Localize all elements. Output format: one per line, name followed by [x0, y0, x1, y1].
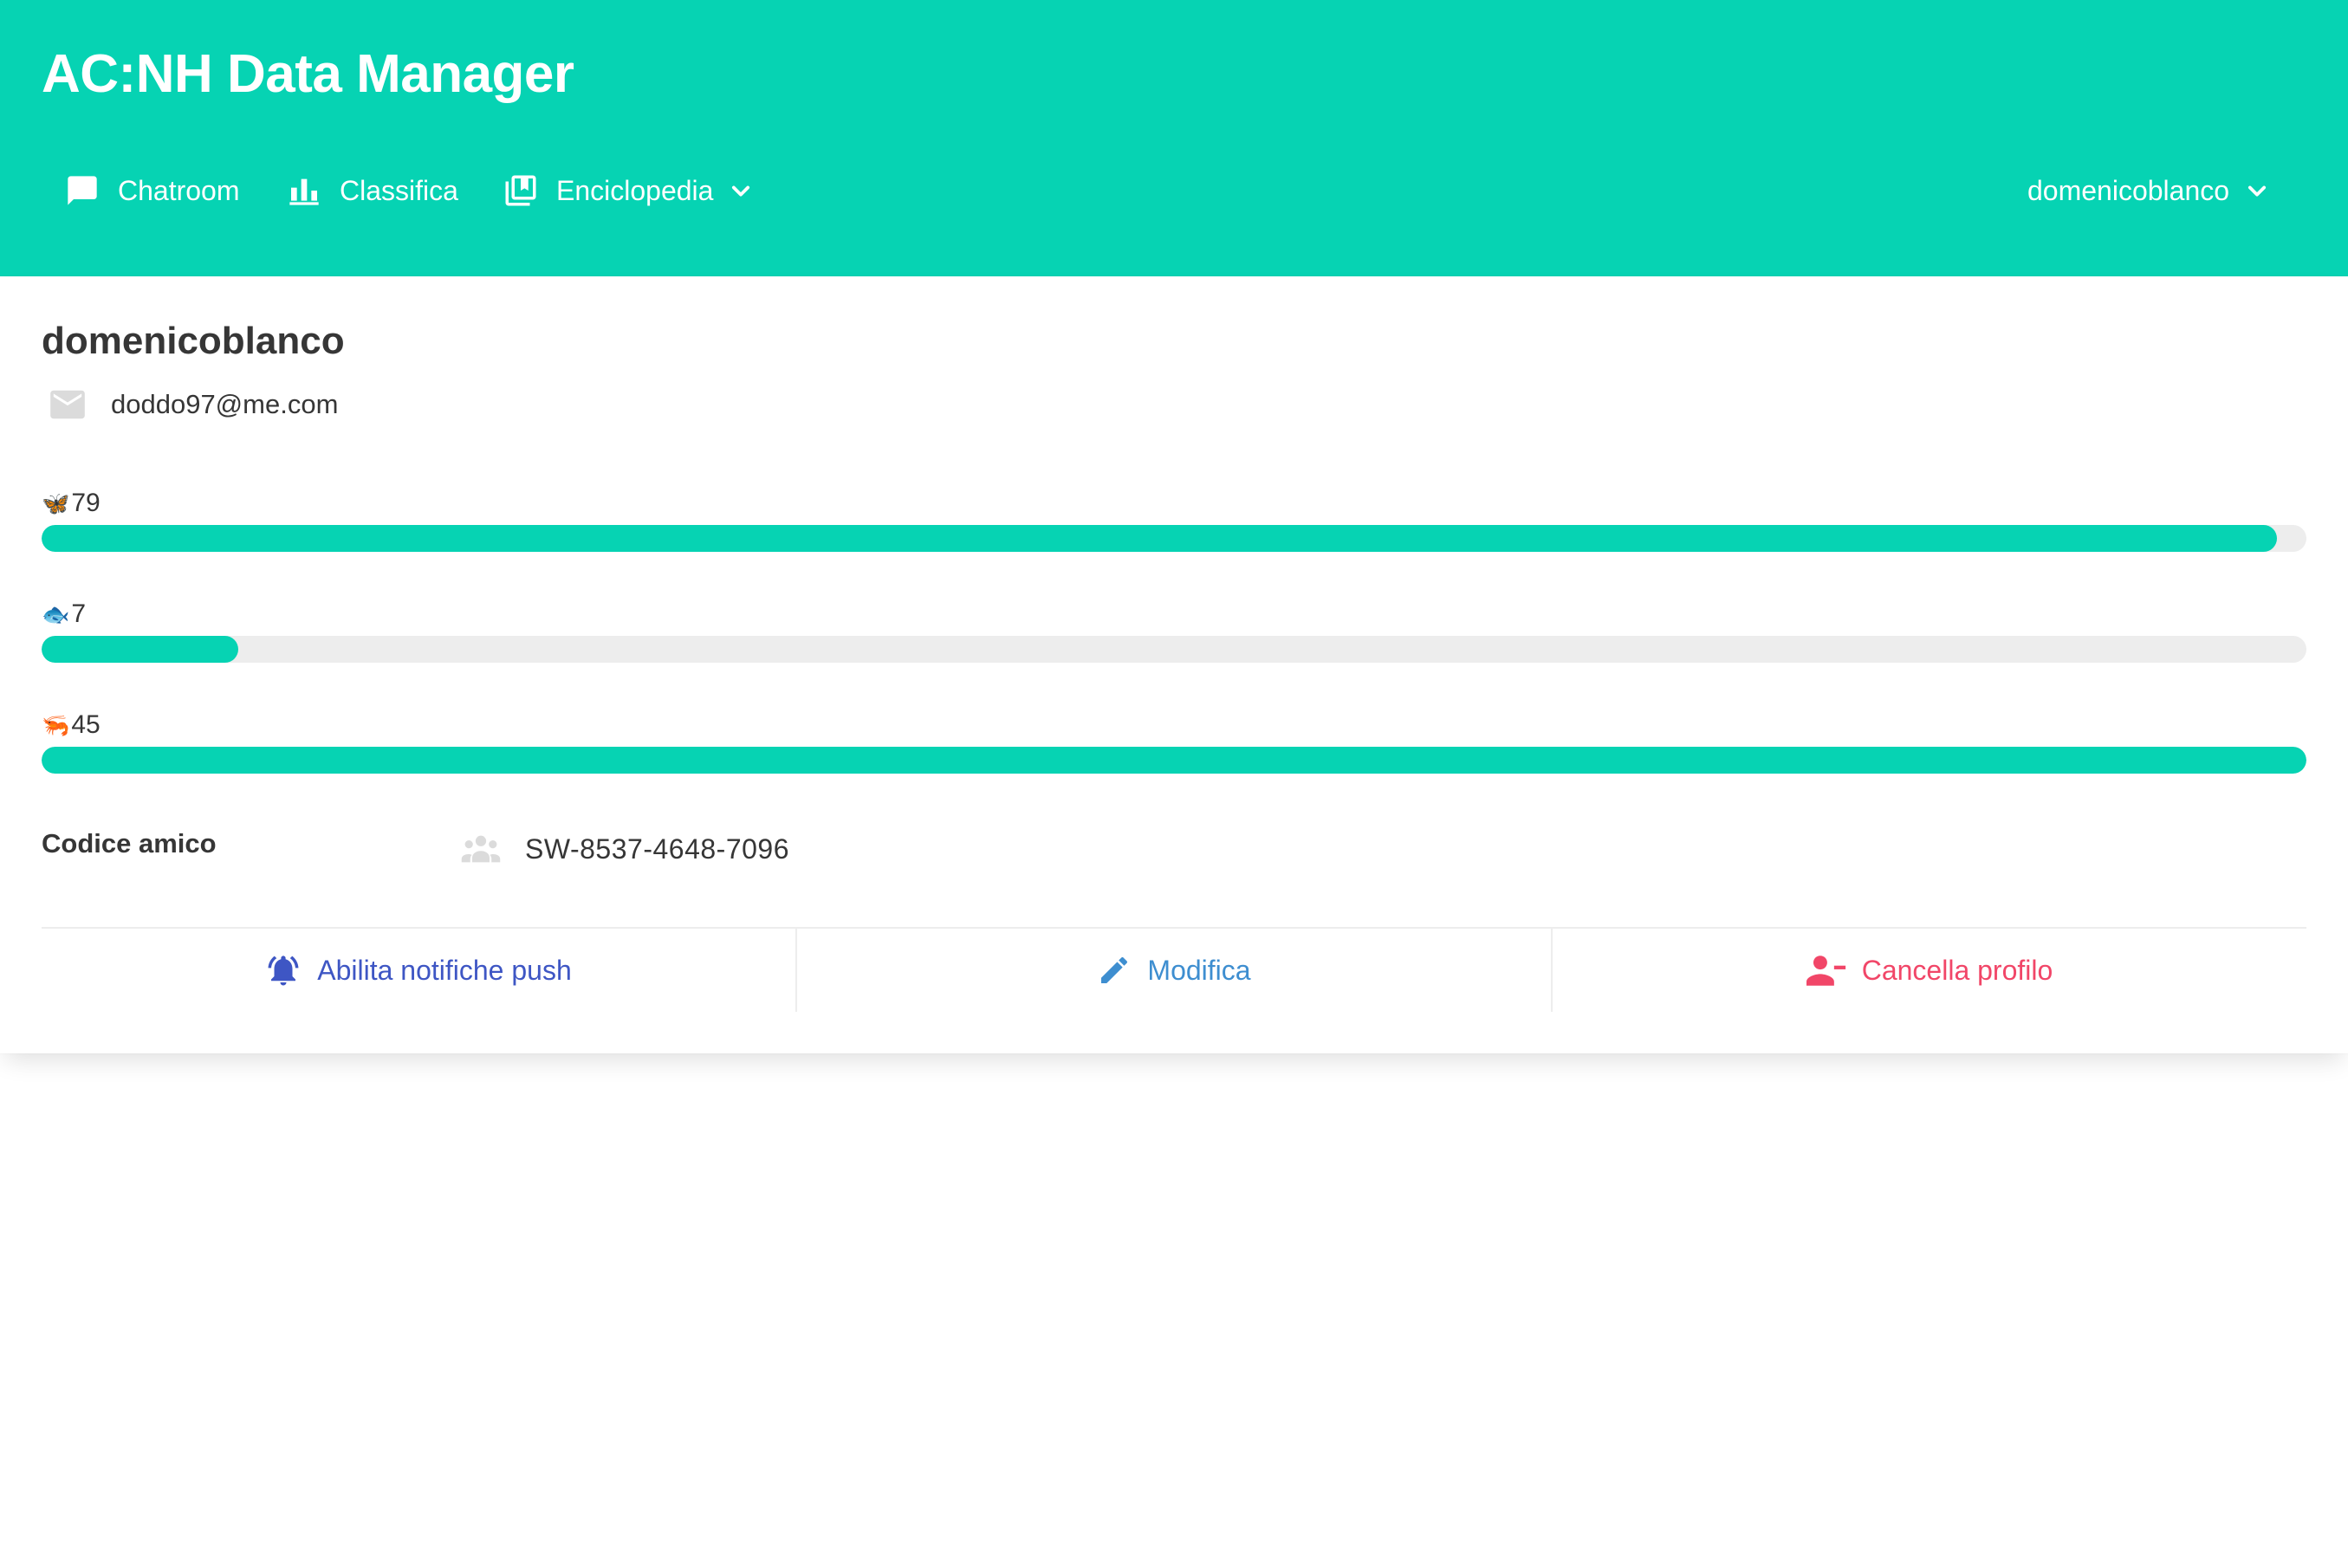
nav-enciclopedia-dropdown[interactable]: Enciclopedia [503, 165, 753, 217]
stat-value: 7 [71, 599, 87, 628]
app-title[interactable]: AC:NH Data Manager [42, 43, 574, 106]
email-value: doddo97@me.com [111, 389, 339, 419]
remove-user-icon [1806, 953, 1846, 988]
butterfly-icon: 🦋 [42, 490, 70, 516]
card-footer: Abilita notifiche push Modifica Cancella… [42, 927, 2306, 1012]
fish-icon: 🐟 [42, 601, 70, 627]
stat-sea-creatures-progress [42, 747, 2306, 774]
nav-enciclopedia-label: Enciclopedia [556, 174, 714, 206]
stat-fish-label: 🐟 7 [42, 599, 86, 630]
nav-chatroom-label: Chatroom [118, 174, 240, 206]
progress-fill [42, 747, 2306, 774]
stat-butterflies-label: 🦋 79 [42, 488, 101, 519]
edit-label: Modifica [1147, 954, 1251, 986]
stat-value: 79 [71, 489, 101, 517]
progress-fill [42, 525, 2278, 552]
friend-code-label: Codice amico [42, 828, 217, 859]
mail-icon [49, 389, 87, 420]
stat-fish-progress [42, 636, 2306, 663]
library-books-icon [503, 172, 539, 209]
chevron-down-icon [2245, 178, 2269, 203]
enable-push-label: Abilita notifiche push [317, 954, 572, 986]
stat-sea-creatures-label: 🦐 45 [42, 709, 101, 741]
shrimp-icon: 🦐 [42, 712, 70, 738]
friend-code-row: SW-8537-4648-7096 [461, 830, 789, 868]
edit-button[interactable]: Modifica [797, 929, 1553, 1012]
user-menu-dropdown[interactable]: domenicoblanco [2027, 165, 2269, 217]
stat-value: 45 [71, 710, 101, 739]
friend-code-value: SW-8537-4648-7096 [525, 833, 789, 865]
stat-butterflies-progress [42, 525, 2306, 552]
delete-profile-button[interactable]: Cancella profilo [1553, 929, 2306, 1012]
profile-username: domenicoblanco [42, 320, 345, 362]
top-header: AC:NH Data Manager Chatroom Classifica E… [0, 0, 2348, 276]
bar-chart-icon [286, 173, 322, 208]
delete-profile-label: Cancella profilo [1861, 954, 2053, 986]
email-row: doddo97@me.com [49, 386, 338, 424]
chat-icon [64, 173, 101, 208]
pencil-icon [1097, 953, 1132, 988]
profile-card: domenicoblanco doddo97@me.com 🦋 79 🐟 7 🦐… [0, 276, 2348, 1053]
chevron-down-icon [729, 178, 753, 203]
progress-fill [42, 636, 239, 663]
user-menu-label: domenicoblanco [2027, 174, 2230, 206]
enable-push-button[interactable]: Abilita notifiche push [42, 929, 797, 1012]
group-icon [461, 834, 501, 864]
notification-bell-icon [265, 952, 302, 988]
nav-classifica[interactable]: Classifica [286, 165, 458, 217]
nav-classifica-label: Classifica [340, 174, 458, 206]
nav-chatroom[interactable]: Chatroom [64, 165, 240, 217]
